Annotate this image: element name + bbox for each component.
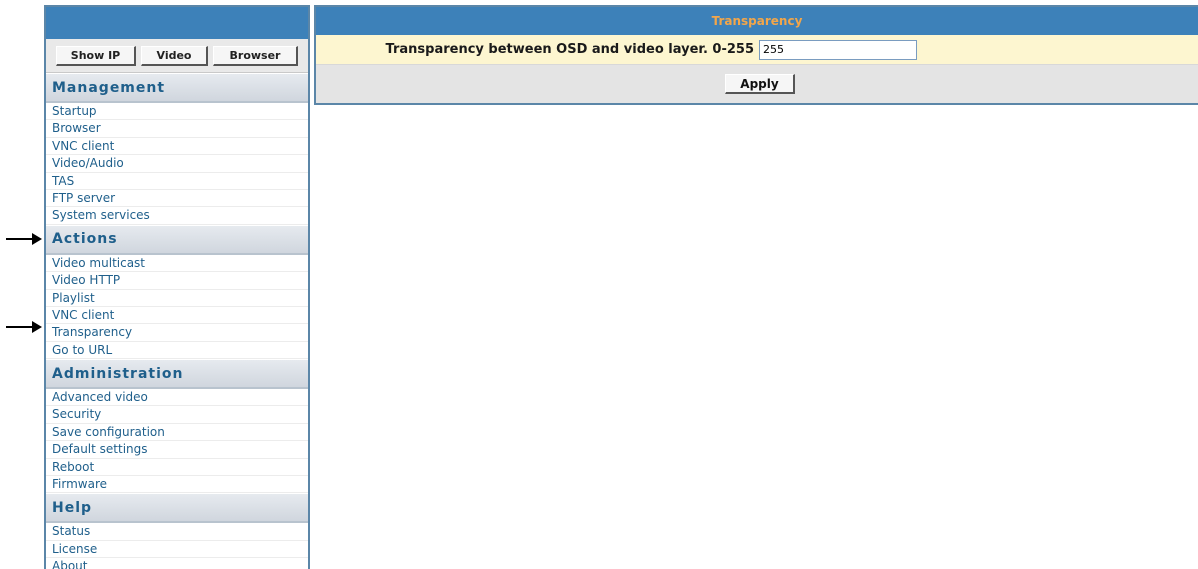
apply-button[interactable]: Apply: [725, 74, 795, 94]
section-header-help: Help: [46, 493, 308, 524]
sidebar-item-go-to-url[interactable]: Go to URL: [46, 341, 308, 360]
sidebar-item-playlist[interactable]: Playlist: [46, 289, 308, 307]
administration-menu: Advanced video Security Save configurati…: [46, 389, 308, 494]
sidebar-item-video-multicast[interactable]: Video multicast: [46, 254, 308, 273]
sidebar-item-firmware[interactable]: Firmware: [46, 476, 308, 494]
sidebar-item-browser[interactable]: Browser: [46, 120, 308, 138]
panel-title: Transparency: [316, 7, 1198, 35]
sidebar-item-ftp-server[interactable]: FTP server: [46, 189, 308, 208]
sidebar-item-default-settings[interactable]: Default settings: [46, 441, 308, 459]
sidebar-item-reboot[interactable]: Reboot: [46, 458, 308, 477]
sidebar-item-startup[interactable]: Startup: [46, 103, 308, 121]
transparency-form-row: Transparency between OSD and video layer…: [316, 35, 1198, 65]
quick-buttons-bar: Show IP Video Browser: [46, 39, 308, 73]
sidebar-item-system-services[interactable]: System services: [46, 207, 308, 225]
management-menu: Startup Browser VNC client Video/Audio T…: [46, 103, 308, 225]
section-header-administration: Administration: [46, 359, 308, 390]
sidebar-item-about[interactable]: About: [46, 558, 308, 569]
browser-button[interactable]: Browser: [213, 45, 298, 66]
sidebar-item-advanced-video[interactable]: Advanced video: [46, 389, 308, 407]
sidebar-item-tas[interactable]: TAS: [46, 172, 308, 190]
transparency-panel: Transparency Transparency between OSD an…: [314, 5, 1198, 105]
video-button[interactable]: Video: [141, 45, 208, 66]
sidebar-item-status[interactable]: Status: [46, 523, 308, 541]
sidebar-item-video-audio[interactable]: Video/Audio: [46, 155, 308, 173]
sidebar-item-security[interactable]: Security: [46, 406, 308, 424]
annotation-arrow-transparency: [6, 321, 42, 333]
sidebar-item-license[interactable]: License: [46, 540, 308, 559]
transparency-label: Transparency between OSD and video layer…: [385, 42, 754, 57]
annotation-arrow-actions: [6, 233, 42, 245]
sidebar-item-transparency[interactable]: Transparency: [46, 324, 308, 342]
sidebar-item-vnc-client-action[interactable]: VNC client: [46, 306, 308, 325]
sidebar-item-save-configuration[interactable]: Save configuration: [46, 423, 308, 442]
sidebar-header-bar: [46, 7, 308, 39]
actions-menu: Video multicast Video HTTP Playlist VNC …: [46, 254, 308, 360]
help-menu: Status License About: [46, 523, 308, 569]
transparency-input[interactable]: [759, 39, 917, 60]
sidebar-item-vnc-client[interactable]: VNC client: [46, 137, 308, 156]
sidebar: Show IP Video Browser Management Startup…: [44, 5, 310, 569]
show-ip-button[interactable]: Show IP: [56, 45, 136, 66]
action-row: Apply: [316, 65, 1198, 103]
section-header-management: Management: [46, 73, 308, 103]
section-header-actions: Actions: [46, 224, 308, 255]
sidebar-item-video-http[interactable]: Video HTTP: [46, 272, 308, 290]
